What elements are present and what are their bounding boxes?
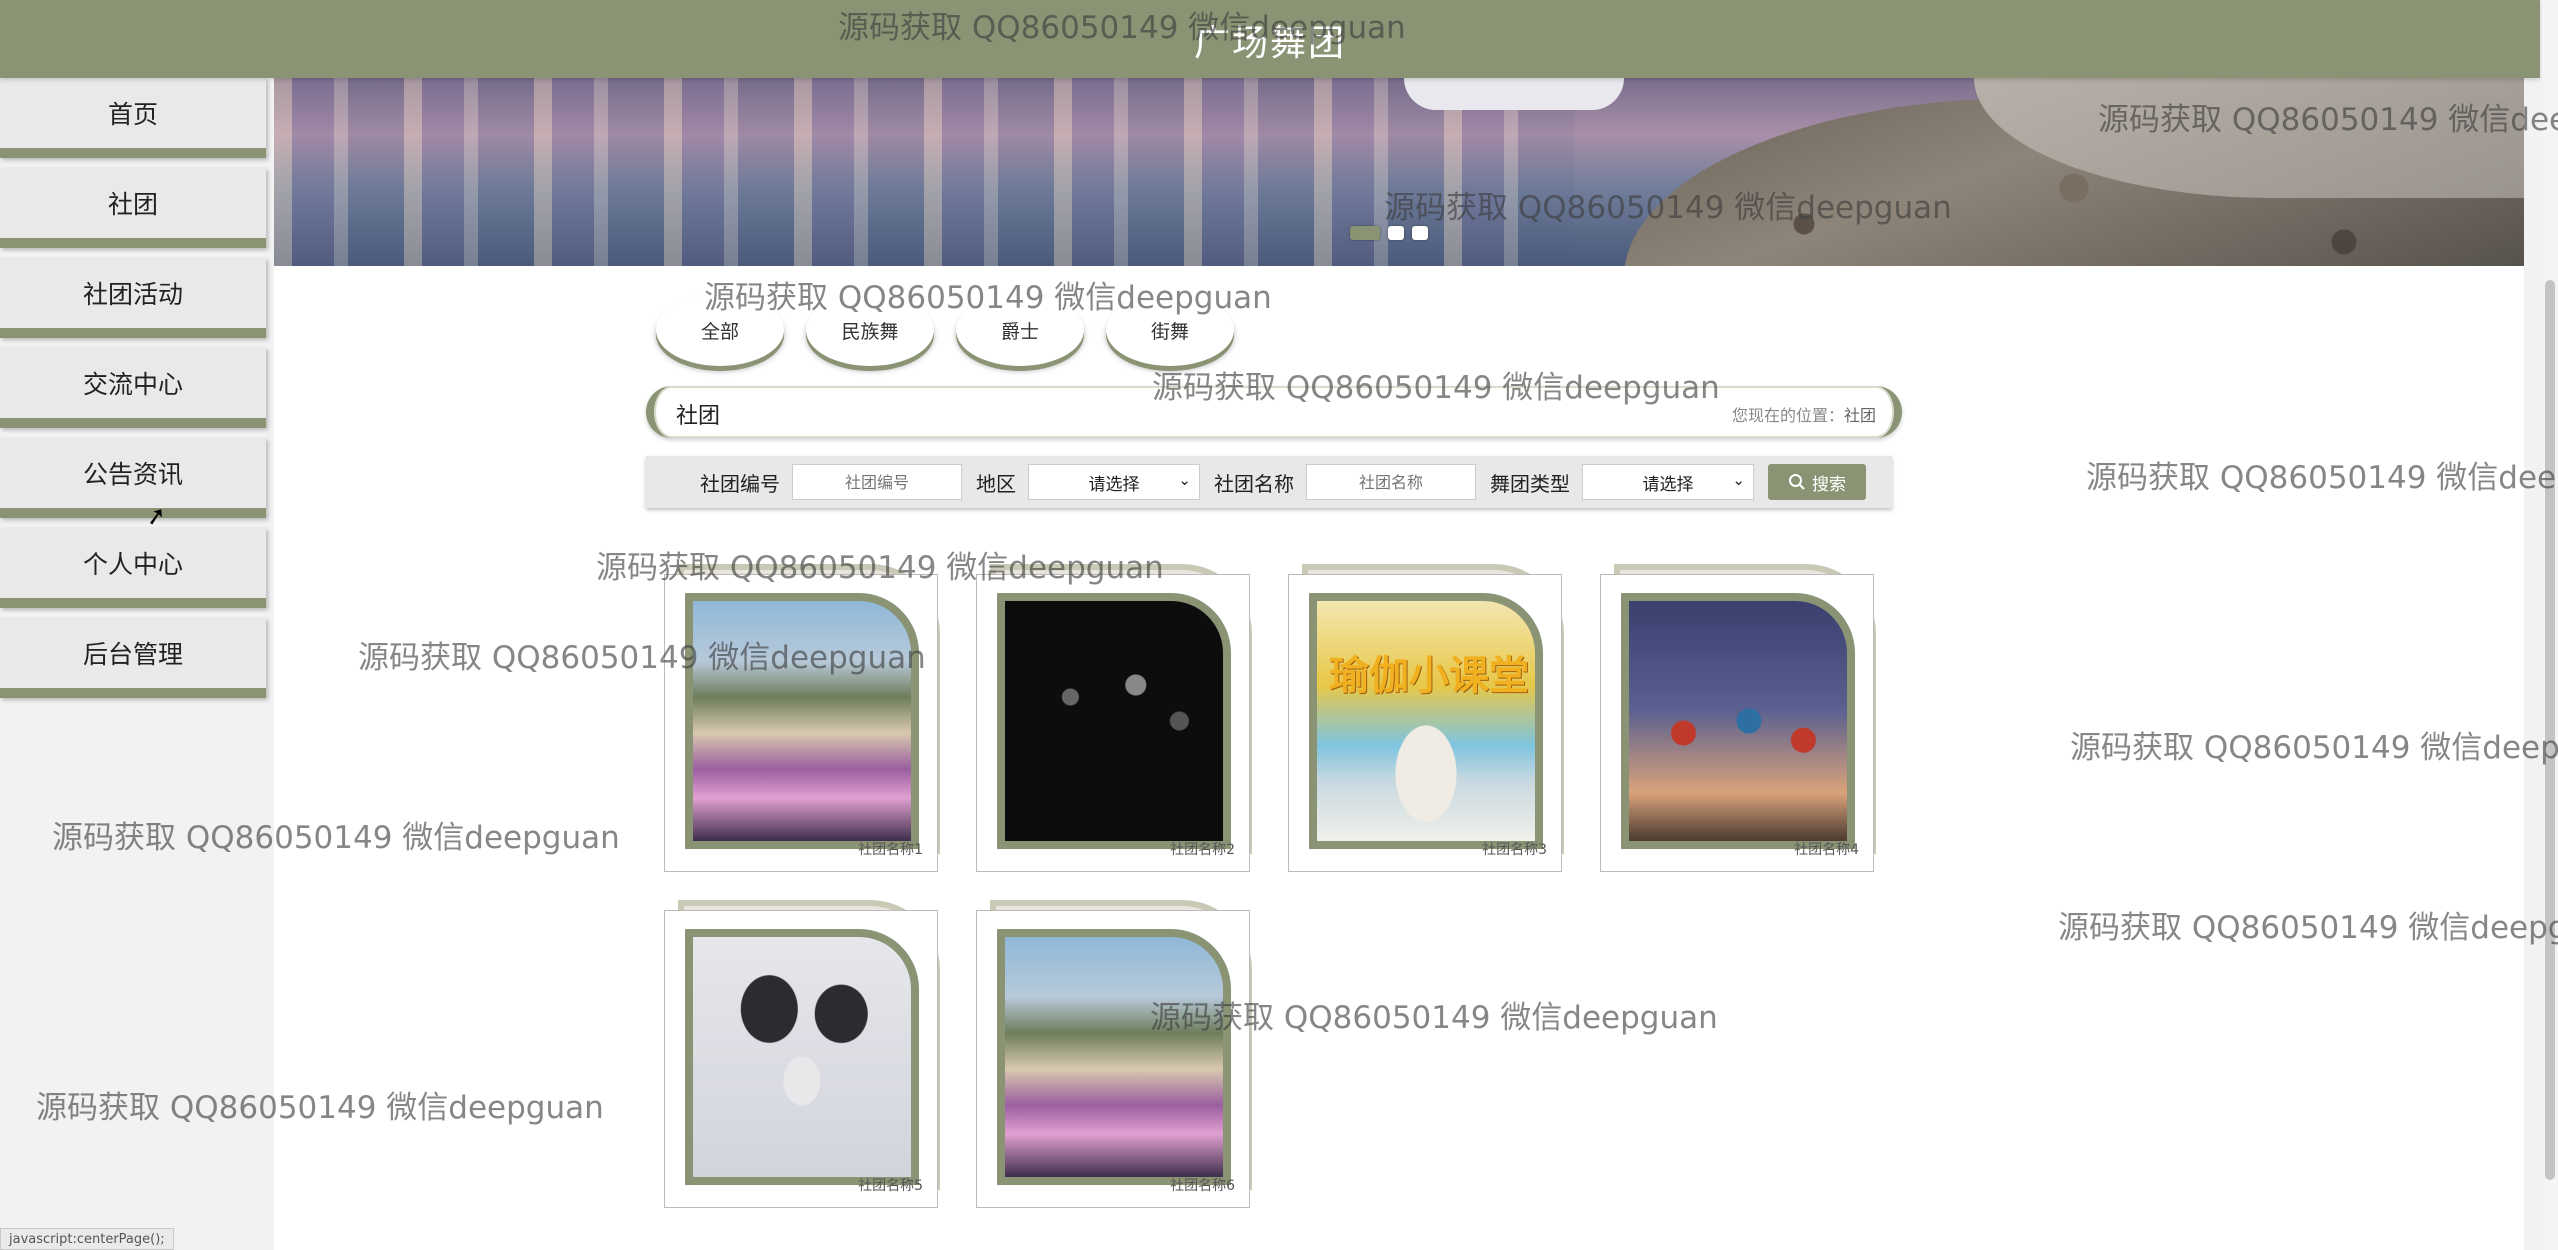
location-prefix: 您现在的位置： xyxy=(1731,406,1844,425)
search-button[interactable]: 搜索 xyxy=(1768,464,1866,500)
club-name[interactable]: 社团名称3 xyxy=(1482,839,1547,859)
carousel-dot-1[interactable] xyxy=(1350,226,1380,240)
club-card-3[interactable]: 瑜伽小课堂 社团名称3 xyxy=(1288,564,1564,874)
club-name-label: 社团名称 xyxy=(1214,471,1294,496)
dance-type-label: 舞团类型 xyxy=(1490,471,1570,496)
nav-item-personal-center[interactable]: 个人中心 xyxy=(0,528,266,608)
carousel-dot-3[interactable] xyxy=(1412,226,1428,240)
carousel-indicators xyxy=(1350,226,1428,240)
watermark: 源码获取 QQ86050149 微信deepguan xyxy=(2070,730,2558,766)
watermark: 源码获取 QQ86050149 微信deepguan xyxy=(838,10,1406,46)
club-image[interactable] xyxy=(1621,593,1855,849)
carousel-dot-2[interactable] xyxy=(1388,226,1404,240)
watermark: 源码获取 QQ86050149 微信deepguan xyxy=(1152,370,1720,406)
club-card-4[interactable]: 社团名称4 xyxy=(1600,564,1876,874)
club-image-caption: 瑜伽小课堂 xyxy=(1329,653,1529,699)
watermark: 源码获取 QQ86050149 微信deepguan xyxy=(52,820,620,856)
club-card-5[interactable]: 社团名称5 xyxy=(664,900,940,1210)
club-name[interactable]: 社团名称2 xyxy=(1170,839,1235,859)
nav-item-forum[interactable]: 交流中心 xyxy=(0,348,266,428)
page-scrollbar[interactable] xyxy=(2542,0,2558,1250)
page-title: 社团 xyxy=(676,404,721,429)
region-select-value: 请选择 xyxy=(1088,474,1140,495)
club-card-2[interactable]: 社团名称2 xyxy=(976,564,1252,874)
filter-bar: 社团编号 地区 请选择 ⌄ 社团名称 舞团类型 请选择 ⌄ 搜索 xyxy=(646,456,1892,508)
watermark: 源码获取 QQ86050149 微信deepguan xyxy=(2098,102,2558,138)
watermark: 源码获取 QQ86050149 微信deepguan xyxy=(596,550,1164,586)
watermark: 源码获取 QQ86050149 微信deepguan xyxy=(2058,910,2558,946)
watermark: 源码获取 QQ86050149 微信deepguan xyxy=(1384,190,1952,226)
dance-type-select[interactable]: 请选择 ⌄ xyxy=(1582,464,1754,500)
search-icon xyxy=(1789,474,1805,490)
banner-boat xyxy=(1404,78,1624,110)
watermark: 源码获取 QQ86050149 微信deepguan xyxy=(358,640,926,676)
location-current[interactable]: 社团 xyxy=(1844,406,1876,425)
club-name-input[interactable] xyxy=(1306,464,1476,500)
club-name[interactable]: 社团名称6 xyxy=(1170,1175,1235,1195)
sidebar-nav: 首页 社团 社团活动 交流中心 公告资讯 个人中心 后台管理 xyxy=(0,78,266,708)
club-name[interactable]: 社团名称5 xyxy=(858,1175,923,1195)
watermark: 源码获取 QQ86050149 微信deepguan xyxy=(2086,460,2558,496)
watermark: 源码获取 QQ86050149 微信deepguan xyxy=(36,1090,604,1126)
location-indicator: 您现在的位置：社团 xyxy=(1732,402,1876,426)
club-image[interactable] xyxy=(997,593,1231,849)
club-name[interactable]: 社团名称1 xyxy=(858,839,923,859)
watermark: 源码获取 QQ86050149 微信deepguan xyxy=(1150,1000,1718,1036)
nav-item-announcements[interactable]: 公告资讯 xyxy=(0,438,266,518)
club-card-1[interactable]: 社团名称1 xyxy=(664,564,940,874)
nav-item-clubs[interactable]: 社团 xyxy=(0,168,266,248)
club-id-input[interactable] xyxy=(792,464,962,500)
region-label: 地区 xyxy=(976,471,1016,496)
watermark: 源码获取 QQ86050149 微信deepguan xyxy=(704,280,1272,316)
dance-type-select-value: 请选择 xyxy=(1642,474,1694,495)
chevron-down-icon: ⌄ xyxy=(1178,471,1191,489)
club-image[interactable]: 瑜伽小课堂 xyxy=(1309,593,1543,849)
club-image[interactable] xyxy=(685,929,919,1185)
club-name[interactable]: 社团名称4 xyxy=(1794,839,1859,859)
search-button-label: 搜索 xyxy=(1812,474,1846,495)
nav-item-club-activities[interactable]: 社团活动 xyxy=(0,258,266,338)
club-image[interactable] xyxy=(997,929,1231,1185)
nav-item-home[interactable]: 首页 xyxy=(0,78,266,158)
chevron-down-icon: ⌄ xyxy=(1732,471,1745,489)
region-select[interactable]: 请选择 ⌄ xyxy=(1028,464,1200,500)
nav-item-admin[interactable]: 后台管理 xyxy=(0,618,266,698)
club-id-label: 社团编号 xyxy=(700,471,780,496)
browser-status-bar: javascript:centerPage(); xyxy=(0,1228,174,1250)
club-card-6[interactable]: 社团名称6 xyxy=(976,900,1252,1210)
